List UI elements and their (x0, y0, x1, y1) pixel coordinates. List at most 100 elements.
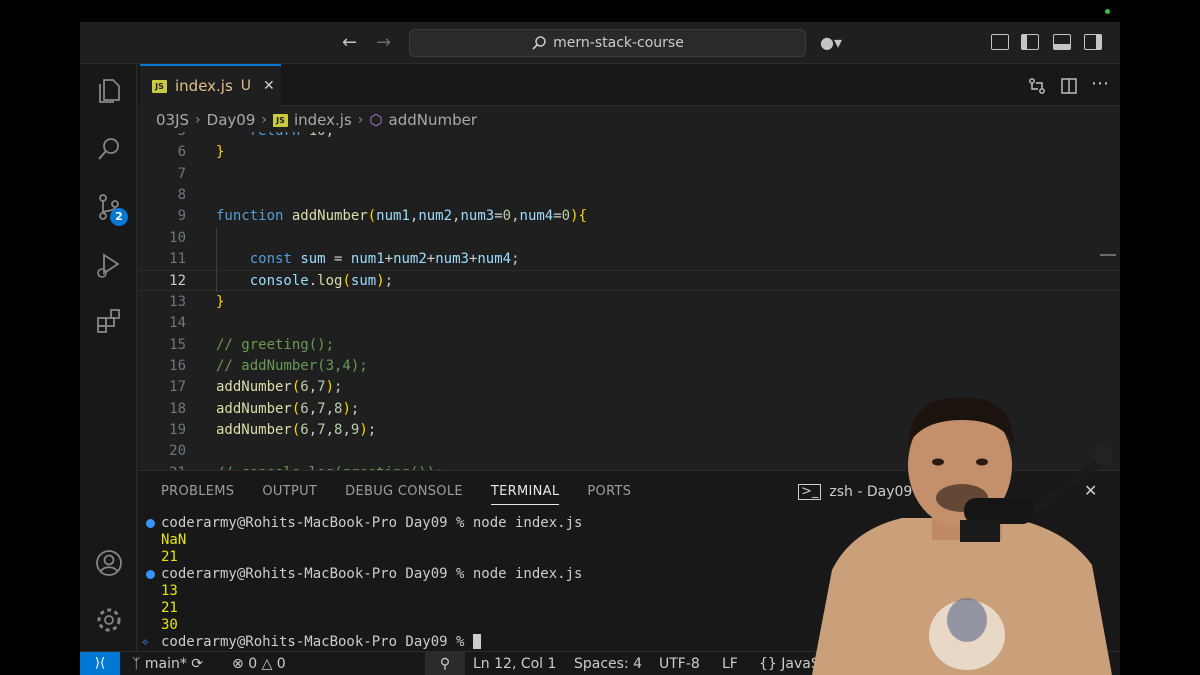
code-text: function addNumber(num1,num2,num3=0,num4… (216, 208, 587, 225)
code-line[interactable]: 15 // greeting(); (138, 335, 1120, 356)
code-line[interactable]: 16 // addNumber(3,4); (138, 356, 1120, 377)
code-text: // greeting(); (216, 336, 335, 353)
code-line[interactable]: 11 const sum = num1+num2+num3+num4; (138, 249, 1120, 271)
line-number: 21 (138, 463, 186, 470)
remote-indicator-icon[interactable]: ⟩⟨ (80, 652, 120, 675)
search-icon (532, 36, 546, 50)
run-debug-icon[interactable] (94, 250, 124, 280)
recording-indicator (1105, 9, 1110, 14)
code-text: console.log(sum); (249, 273, 394, 290)
panel-tab-output[interactable]: OUTPUT (262, 484, 317, 505)
tab-label: index.js (175, 77, 233, 95)
code-line[interactable]: 7 (138, 164, 1120, 185)
code-text: // console.log(greeting()); (216, 463, 444, 470)
chevron-right-icon: › (195, 112, 201, 128)
toggle-panel-icon[interactable] (1053, 34, 1071, 50)
line-number: 13 (169, 293, 186, 310)
end-of-line[interactable]: LF (722, 655, 738, 673)
command-decoration-icon (146, 570, 155, 579)
tab-index-js[interactable]: JS index.js U ✕ (140, 64, 281, 106)
line-number: 14 (169, 315, 186, 332)
terminal-line: coderarmy@Rohits-MacBook-Pro Day09 % nod… (146, 566, 582, 583)
indent-guide (216, 227, 217, 249)
branch-indicator[interactable]: ᛉ main* ⟳ (132, 655, 203, 673)
terminal-line: 21 (161, 549, 178, 565)
breadcrumb-file[interactable]: index.js (294, 111, 352, 129)
back-arrow-icon[interactable]: ← (342, 32, 357, 54)
breadcrumb-folder[interactable]: 03JS (156, 111, 189, 129)
code-line[interactable]: 13} (138, 292, 1120, 313)
terminal-line: NaN (161, 532, 187, 548)
search-icon[interactable] (94, 134, 124, 164)
terminal-line: coderarmy@Rohits-MacBook-Pro Day09 % nod… (146, 515, 582, 532)
chevron-right-icon: › (261, 112, 267, 128)
sparkle-icon: ✧ (141, 634, 150, 650)
title-bar: ← → mern-stack-course ●▾ (80, 22, 1120, 64)
line-number: 7 (177, 165, 186, 182)
indentation[interactable]: Spaces: 4 (574, 655, 642, 673)
code-text: addNumber(6,7); (216, 379, 343, 396)
code-text: } (216, 293, 225, 310)
code-line[interactable]: 12 console.log(sum); (138, 270, 1120, 293)
code-line[interactable]: 14 (138, 313, 1120, 334)
line-number: 15 (169, 336, 186, 353)
workspace-name: mern-stack-course (553, 35, 684, 51)
settings-gear-icon[interactable] (94, 605, 124, 635)
code-line[interactable]: 6} (138, 142, 1120, 163)
terminal-prompt-line: ✧ coderarmy@Rohits-MacBook-Pro Day09 % (141, 634, 481, 651)
toggle-primary-sidebar-icon[interactable] (1021, 34, 1039, 50)
line-number: 11 (169, 251, 186, 268)
line-number: 6 (177, 144, 186, 161)
line-number: 16 (169, 357, 186, 374)
split-editor-icon[interactable] (1060, 77, 1078, 95)
customize-layout-icon[interactable] (991, 34, 1009, 50)
code-line[interactable]: 8 (138, 185, 1120, 206)
activity-bar: 2 (80, 64, 137, 655)
sync-icon: ⟳ (191, 656, 204, 672)
line-number: 10 (169, 229, 186, 246)
untracked-status: U (240, 78, 252, 94)
terminal-cursor (472, 634, 481, 649)
copilot-icon[interactable]: ●▾ (820, 32, 842, 54)
terminal-line: 21 (161, 600, 178, 616)
problems-indicator[interactable]: ⊗ 0 △ 0 (232, 655, 286, 673)
code-text: addNumber(6,7,8,9); (216, 421, 377, 438)
compare-changes-icon[interactable] (1028, 77, 1046, 95)
code-line[interactable]: 10 (138, 227, 1120, 249)
breadcrumb-folder[interactable]: Day09 (207, 111, 256, 129)
code-text: const sum = num1+num2+num3+num4; (249, 251, 520, 268)
accounts-icon[interactable] (94, 548, 124, 578)
toggle-secondary-sidebar-icon[interactable] (1084, 34, 1102, 50)
panel-tab-problems[interactable]: PROBLEMS (161, 484, 234, 505)
zoom-icon[interactable]: ⚲ (425, 652, 465, 675)
panel-tab-debug-console[interactable]: DEBUG CONSOLE (345, 484, 463, 505)
line-number: 17 (169, 379, 186, 396)
line-number: 19 (169, 421, 186, 438)
extensions-icon[interactable] (94, 306, 124, 336)
more-actions-icon[interactable]: ⋯ (1091, 73, 1109, 94)
presenter-webcam-overlay (812, 397, 1112, 675)
explorer-icon[interactable] (94, 76, 124, 106)
encoding[interactable]: UTF-8 (659, 655, 700, 673)
panel-tab-terminal[interactable]: TERMINAL (490, 484, 560, 505)
panel-tabs: PROBLEMS OUTPUT DEBUG CONSOLE TERMINAL PORTS (161, 484, 631, 505)
editor-tab-bar: JS index.js U ✕ ⋯ (138, 64, 1120, 106)
code-text: return 10; (216, 132, 334, 142)
terminal-line: 30 (161, 617, 178, 633)
code-text: addNumber(6,7,8); (216, 400, 360, 417)
code-line[interactable]: 9 function addNumber(num1,num2,num3=0,num… (138, 206, 1120, 227)
code-line[interactable]: 5 return 10; (138, 132, 1120, 142)
command-center-search[interactable]: mern-stack-course (409, 29, 806, 57)
scrollbar-marker (1100, 254, 1116, 256)
line-number: 20 (169, 443, 186, 460)
forward-arrow-icon[interactable]: → (376, 32, 391, 54)
panel-tab-ports[interactable]: PORTS (587, 484, 631, 505)
language-mode[interactable]: {} JavaS (759, 655, 820, 673)
line-number: 5 (138, 132, 186, 142)
cursor-position[interactable]: Ln 12, Col 1 (473, 655, 556, 673)
breadcrumb-symbol[interactable]: addNumber (389, 111, 478, 129)
line-number: 18 (169, 400, 186, 417)
close-icon[interactable]: ✕ (263, 78, 275, 94)
command-decoration-icon (146, 519, 155, 528)
line-number: 12 (169, 273, 186, 290)
